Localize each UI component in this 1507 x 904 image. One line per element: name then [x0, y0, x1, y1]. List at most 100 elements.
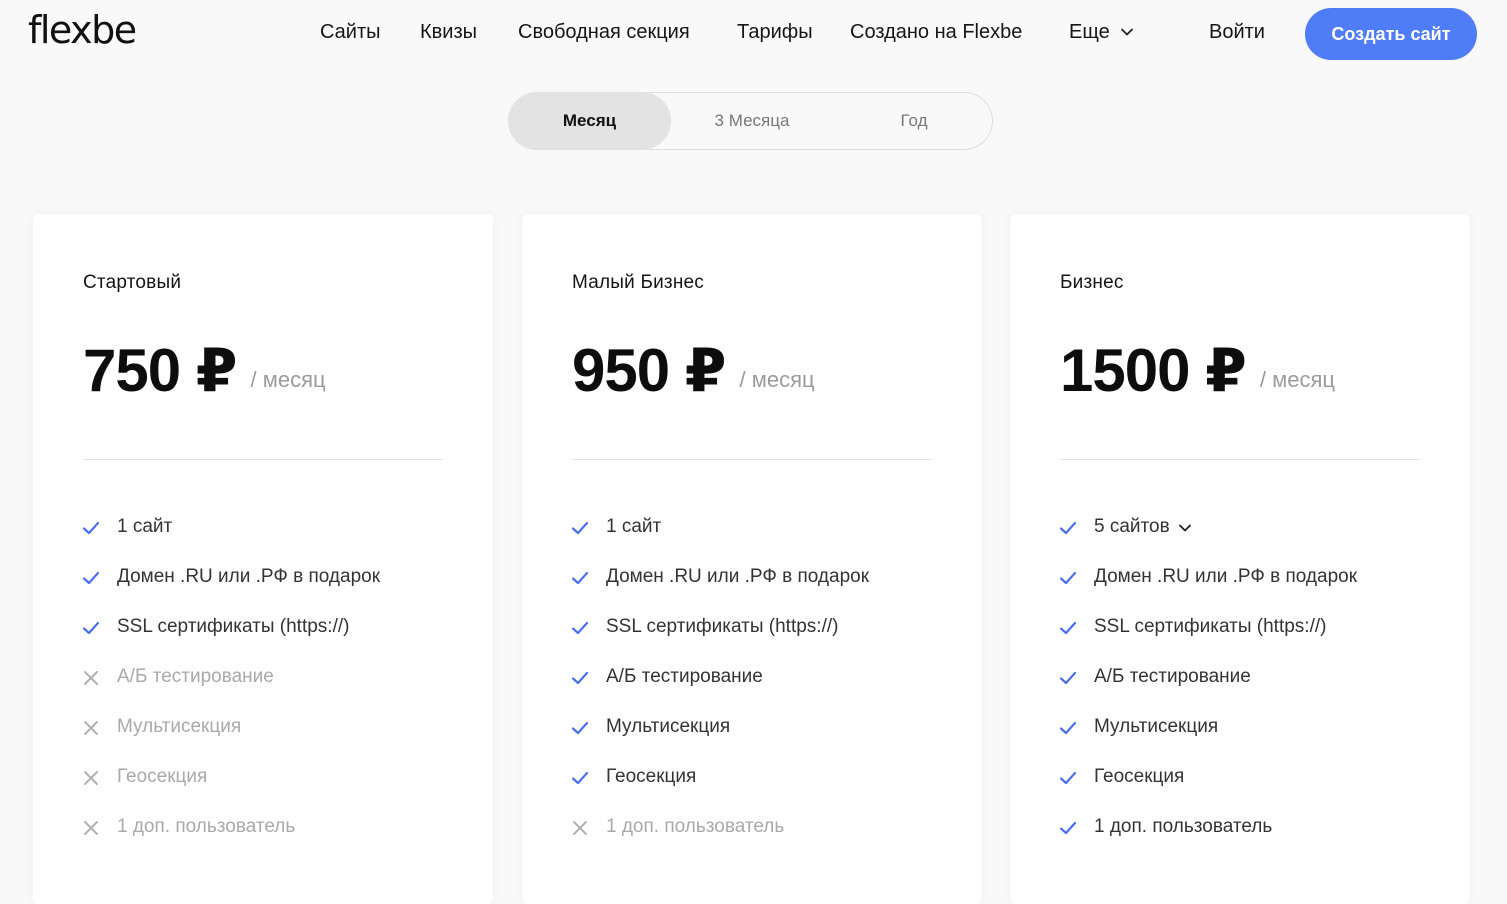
divider — [572, 459, 932, 460]
feature-item: Домен .RU или .РФ в подарок — [81, 562, 380, 612]
check-icon — [1058, 518, 1078, 538]
feature-list: 1 сайт Домен .RU или .РФ в подарок SSL сер… — [81, 512, 380, 862]
plan-price: 950 ₽ / месяц — [572, 336, 815, 415]
feature-item: Домен .RU или .РФ в подарок — [1058, 562, 1357, 612]
feature-text: 5 сайтов — [1094, 516, 1170, 537]
check-icon — [1058, 668, 1078, 688]
feature-text: 1 доп. пользователь — [117, 816, 296, 837]
check-icon — [1058, 718, 1078, 738]
feature-item: А/Б тестирование — [81, 662, 380, 712]
plan-price-period: / месяц — [1259, 367, 1336, 392]
check-icon — [1058, 818, 1078, 838]
feature-item: 1 доп. пользователь — [81, 812, 380, 862]
feature-text: А/Б тестирование — [606, 666, 763, 687]
nav-item-quizzes[interactable]: Квизы — [420, 18, 477, 46]
feature-item: 1 сайт — [570, 512, 869, 562]
plan-price-period: / месяц — [250, 367, 326, 392]
billing-period-switch: Месяц 3 Месяца Год — [508, 92, 993, 150]
chevron-down-icon — [1120, 25, 1134, 39]
nav-item-free-section[interactable]: Свободная секция — [518, 18, 690, 46]
plan-price: 750 ₽ / месяц — [83, 336, 326, 415]
feature-list: 5 сайтов Домен .RU или .РФ в подарок SSL с… — [1058, 512, 1357, 862]
feature-item: SSL сертификаты (https://) — [81, 612, 380, 662]
feature-text: SSL сертификаты (https://) — [1094, 616, 1327, 637]
cross-icon — [81, 768, 101, 788]
feature-text: 1 доп. пользователь — [606, 816, 785, 837]
feature-item: Мультисекция — [570, 712, 869, 762]
feature-text: Домен .RU или .РФ в подарок — [117, 566, 381, 587]
feature-item: А/Б тестирование — [570, 662, 869, 712]
feature-text: 1 сайт — [117, 516, 173, 537]
login-link[interactable]: Войти — [1209, 18, 1265, 46]
feature-text: А/Б тестирование — [117, 666, 274, 687]
plan-title: Малый Бизнес — [572, 272, 704, 293]
feature-text: Мультисекция — [1094, 716, 1219, 737]
plan-title: Бизнес — [1060, 272, 1124, 293]
nav-item-made-on-flexbe[interactable]: Создано на Flexbe — [850, 18, 1022, 46]
feature-item: Мультисекция — [1058, 712, 1357, 762]
feature-item: Геосекция — [1058, 762, 1357, 812]
check-icon — [570, 618, 590, 638]
cross-icon — [81, 718, 101, 738]
feature-text: Геосекция — [117, 766, 208, 787]
period-tab-year[interactable]: Год — [833, 92, 995, 150]
feature-text: Домен .RU или .РФ в подарок — [1094, 566, 1358, 587]
check-icon — [1058, 618, 1078, 638]
feature-text: SSL сертификаты (https://) — [606, 616, 839, 637]
feature-text: Геосекция — [1094, 766, 1185, 787]
period-tab-3-months[interactable]: 3 Месяца — [671, 92, 833, 150]
feature-item: 1 доп. пользователь — [1058, 812, 1357, 862]
feature-text: Мультисекция — [606, 716, 731, 737]
plan-price-period: / месяц — [739, 367, 815, 392]
plan-price: 1500 ₽ / месяц — [1060, 336, 1335, 415]
flexbe-logo[interactable]: flexbe — [28, 8, 137, 52]
feature-item[interactable]: 5 сайтов — [1058, 512, 1357, 562]
check-icon — [1058, 568, 1078, 588]
feature-item: Мультисекция — [81, 712, 380, 762]
chevron-down-icon[interactable] — [1178, 521, 1192, 535]
cross-icon — [81, 668, 101, 688]
plan-price-value: 1500 ₽ — [1060, 337, 1247, 404]
plan-price-value: 750 ₽ — [83, 337, 238, 404]
nav-item-sites[interactable]: Сайты — [320, 18, 381, 46]
check-icon — [570, 668, 590, 688]
plan-card-small-business: Малый Бизнес 950 ₽ / месяц 1 сайт Домен .R… — [522, 214, 982, 904]
nav-item-more-label: Еще — [1069, 21, 1110, 43]
nav-item-more[interactable]: Еще — [1069, 18, 1134, 46]
check-icon — [81, 568, 101, 588]
feature-item: Домен .RU или .РФ в подарок — [570, 562, 869, 612]
nav-item-pricing[interactable]: Тарифы — [737, 18, 813, 46]
plan-title: Стартовый — [83, 272, 182, 293]
feature-text: 1 доп. пользователь — [1094, 816, 1273, 837]
check-icon — [570, 568, 590, 588]
plan-card-business: Бизнес 1500 ₽ / месяц 5 сайтов Домен .RU и… — [1010, 214, 1470, 904]
feature-text: SSL сертификаты (https://) — [117, 616, 350, 637]
create-site-button[interactable]: Создать сайт — [1305, 8, 1477, 60]
plan-price-value: 950 ₽ — [572, 337, 727, 404]
divider — [83, 459, 443, 460]
feature-list: 1 сайт Домен .RU или .РФ в подарок SSL сер… — [570, 512, 869, 862]
feature-text: Геосекция — [606, 766, 697, 787]
plan-card-starter: Стартовый 750 ₽ / месяц 1 сайт Домен .RU и… — [33, 214, 493, 904]
feature-item: Геосекция — [570, 762, 869, 812]
cross-icon — [570, 818, 590, 838]
check-icon — [570, 768, 590, 788]
check-icon — [1058, 768, 1078, 788]
feature-text: 1 сайт — [606, 516, 662, 537]
check-icon — [81, 518, 101, 538]
feature-item: SSL сертификаты (https://) — [1058, 612, 1357, 662]
feature-item: А/Б тестирование — [1058, 662, 1357, 712]
feature-item: 1 сайт — [81, 512, 380, 562]
feature-item: 1 доп. пользователь — [570, 812, 869, 862]
feature-text: Домен .RU или .РФ в подарок — [606, 566, 870, 587]
check-icon — [570, 518, 590, 538]
feature-text: А/Б тестирование — [1094, 666, 1251, 687]
feature-item: Геосекция — [81, 762, 380, 812]
divider — [1060, 459, 1420, 460]
check-icon — [570, 718, 590, 738]
check-icon — [81, 618, 101, 638]
feature-text: Мультисекция — [117, 716, 242, 737]
cross-icon — [81, 818, 101, 838]
feature-item: SSL сертификаты (https://) — [570, 612, 869, 662]
period-tab-month[interactable]: Месяц — [508, 92, 671, 150]
